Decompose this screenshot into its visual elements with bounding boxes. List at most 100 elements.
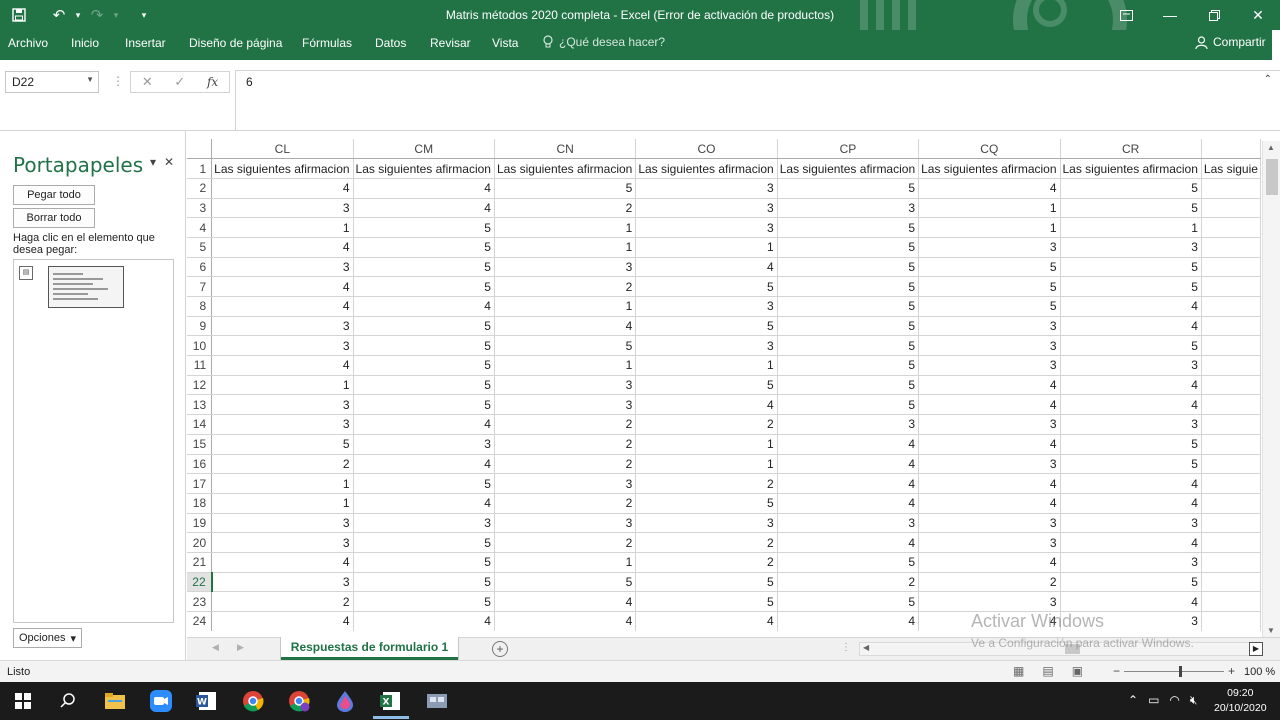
cell[interactable] [1201,394,1261,416]
cell[interactable]: 2 [918,572,1061,593]
formula-input[interactable]: 6 [235,70,1280,131]
cell[interactable]: 4 [918,473,1061,494]
cell[interactable]: 4 [353,611,495,631]
volume-icon[interactable]: 🔇︎ [1190,693,1198,708]
collapse-formula-bar-icon[interactable]: ⌃ [1264,74,1272,85]
page-layout-view-icon[interactable]: ▤ [1042,664,1053,678]
cell[interactable]: 5 [635,572,778,593]
battery-icon[interactable]: ▭ [1148,693,1159,708]
chrome-icon[interactable] [240,688,266,714]
enter-icon[interactable]: ✓ [174,74,185,90]
excel-icon[interactable]: X [378,688,404,714]
close-icon[interactable]: ✕ [1236,0,1280,30]
insert-function-icon[interactable]: fx [207,75,218,89]
cell[interactable]: 5 [635,493,778,514]
cell[interactable]: 5 [353,237,495,258]
cell[interactable]: 5 [1060,257,1202,278]
tab-diseno-de-pagina[interactable]: Diseño de página [189,36,282,50]
cell[interactable]: 5 [1060,276,1202,297]
column-header[interactable]: CL [211,139,354,160]
cell[interactable]: 4 [635,257,778,278]
cell[interactable]: 3 [918,454,1061,475]
cell[interactable]: 5 [635,276,778,297]
cell[interactable]: 1 [494,237,637,258]
cell[interactable]: 3 [635,513,778,534]
column-header[interactable]: CN [494,139,637,160]
row-header[interactable]: 12 [187,375,213,396]
cell[interactable]: 1 [494,355,637,376]
cell[interactable]: 5 [777,375,920,396]
cell[interactable]: Las siguientes afirmacion [211,158,354,179]
cell[interactable]: 1 [918,217,1061,238]
cell[interactable]: Las siguientes afirmacion [635,158,778,179]
cell[interactable]: 3 [353,513,495,534]
cell[interactable]: 3 [1060,513,1202,534]
cell[interactable] [1201,493,1261,514]
cell[interactable]: 4 [918,552,1061,573]
cell[interactable]: 3 [211,532,354,553]
column-header[interactable]: CR [1060,139,1202,160]
cell[interactable]: Las siguie [1201,158,1261,179]
cell[interactable]: 4 [1060,493,1202,514]
cell[interactable]: 4 [635,611,778,631]
cell[interactable]: 1 [211,493,354,514]
column-header[interactable]: CO [635,139,778,160]
cell[interactable]: 5 [353,473,495,494]
cell[interactable]: 5 [1060,434,1202,455]
tab-vista[interactable]: Vista [492,36,518,50]
cell[interactable]: 3 [918,591,1061,612]
cell[interactable]: 3 [918,335,1061,357]
cell[interactable]: 1 [494,296,637,317]
taskbar-clock[interactable]: 09:20 20/10/2020 [1214,686,1267,716]
word-icon[interactable]: W [194,688,220,714]
cell[interactable]: 4 [211,552,354,573]
cell[interactable]: 4 [918,178,1061,199]
cell[interactable]: 4 [353,178,495,199]
row-header[interactable]: 14 [187,414,213,435]
cell[interactable]: 4 [211,178,354,199]
cell[interactable]: 3 [1060,414,1202,435]
cell[interactable]: 2 [494,493,637,514]
zoom-out-icon[interactable]: − [1113,664,1120,678]
prev-sheet-icon[interactable]: ◀ [212,642,219,653]
clear-all-button[interactable]: Borrar todo [13,208,95,228]
vertical-scrollbar[interactable]: ▲ ▼ [1262,141,1280,637]
cell[interactable]: 4 [1060,591,1202,612]
start-icon[interactable] [10,688,36,714]
pane-options-icon[interactable]: ▾ [150,155,156,169]
tell-me-box[interactable]: ¿Qué desea hacer? [543,35,665,49]
cell[interactable] [1201,296,1261,317]
cell[interactable] [1201,257,1261,278]
row-header[interactable]: 7 [187,276,213,297]
cell[interactable] [1201,276,1261,297]
cell[interactable]: 3 [211,316,354,337]
cell[interactable]: 3 [918,316,1061,337]
worksheet-grid[interactable]: CL CM CN CO CP CQ CR 1 Las siguientes afirmacio… [187,139,1261,631]
cell[interactable]: 4 [777,493,920,514]
cell[interactable]: 5 [1060,454,1202,475]
cell[interactable]: 3 [635,178,778,199]
file-explorer-icon[interactable] [102,688,128,714]
row-header[interactable]: 4 [187,217,213,238]
cell[interactable]: 3 [635,296,778,317]
cell[interactable]: 4 [494,611,637,631]
cell[interactable]: 3 [635,335,778,357]
cell[interactable]: 2 [635,552,778,573]
cell[interactable]: 4 [211,611,354,631]
cell[interactable]: 3 [918,414,1061,435]
cell[interactable]: 5 [1060,178,1202,199]
row-header[interactable]: 13 [187,394,213,416]
row-header[interactable]: 2 [187,178,213,199]
tab-insertar[interactable]: Insertar [125,36,166,50]
cell[interactable]: 4 [1060,296,1202,317]
cell[interactable]: 1 [635,237,778,258]
cell[interactable]: 4 [918,394,1061,416]
row-header[interactable]: 10 [187,335,213,357]
cell[interactable]: 3 [211,572,354,593]
cell[interactable] [1201,217,1261,238]
cell[interactable]: 3 [494,394,637,416]
cell[interactable] [1201,434,1261,455]
row-header[interactable]: 18 [187,493,213,514]
cell[interactable] [1201,552,1261,573]
cell[interactable]: 5 [777,178,920,199]
